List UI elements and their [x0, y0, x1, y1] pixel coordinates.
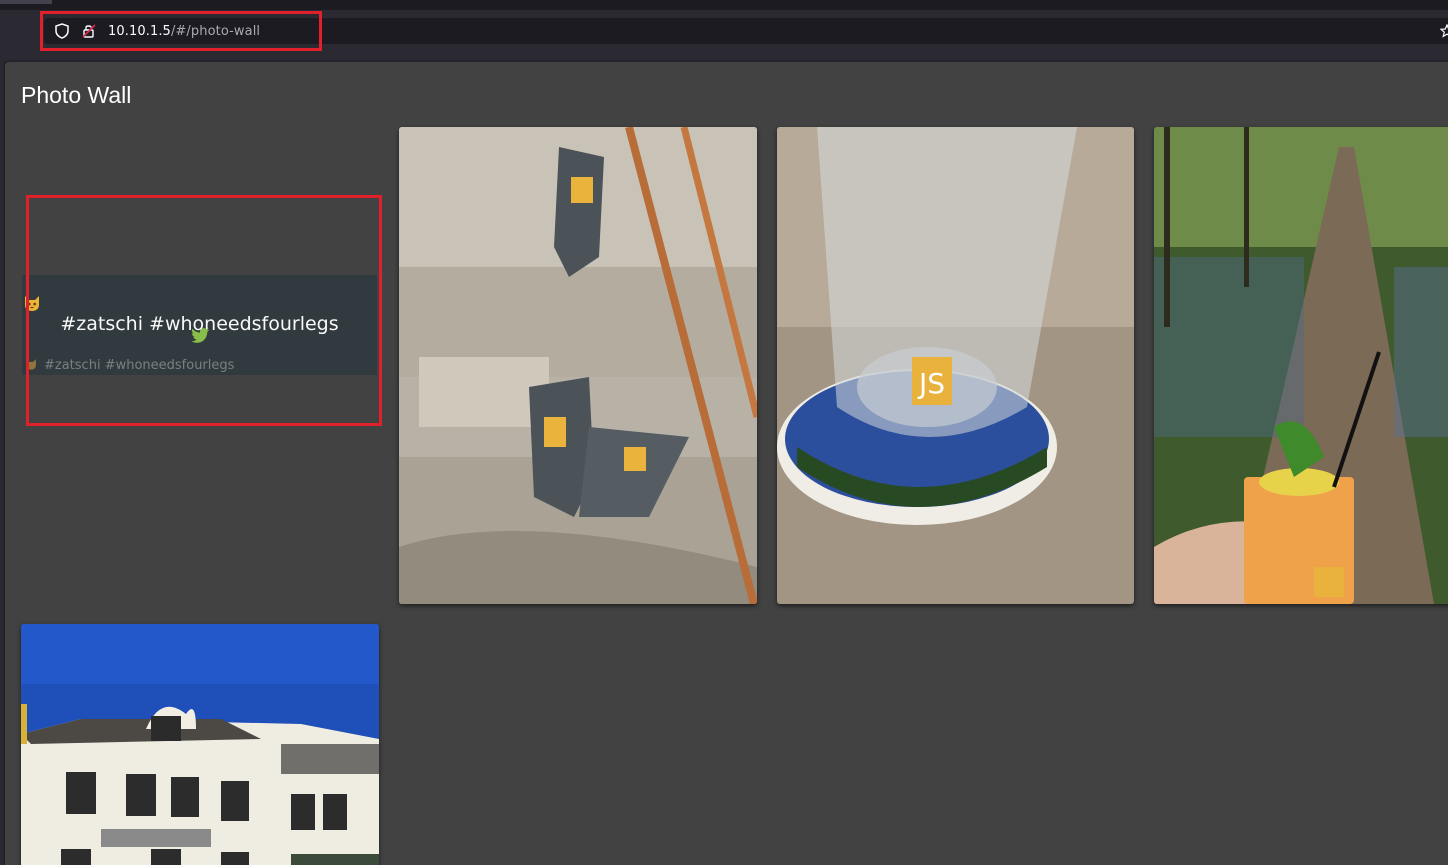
photo-image [21, 624, 379, 865]
photo-image [1154, 127, 1448, 604]
url-host: 10.10.1.5 [108, 24, 171, 39]
insecure-lock-icon[interactable] [81, 23, 97, 39]
bookmark-star-icon[interactable] [1440, 24, 1448, 38]
twitter-icon[interactable] [190, 327, 210, 345]
photo-card[interactable]: #zatschi #whoneedsfourlegs #zatschi #who… [22, 127, 377, 602]
photo-card[interactable] [1154, 127, 1448, 604]
address-bar[interactable]: 10.10.1.5/#/photo-wall [44, 18, 1448, 44]
photo-card[interactable] [399, 127, 757, 604]
page-title: Photo Wall [21, 82, 132, 108]
browser-toolbar: 10.10.1.5/#/photo-wall [0, 10, 1448, 48]
cat-emoji-icon [25, 296, 39, 311]
url-text[interactable]: 10.10.1.5/#/photo-wall [108, 24, 260, 39]
browser-tab-strip [0, 0, 1448, 10]
url-path: /#/photo-wall [170, 24, 261, 39]
photo-wall-page: Photo Wall #zatschi #whoneedsfourlegs #z… [5, 62, 1448, 865]
photo-alt-caption: #zatschi #whoneedsfourlegs [44, 358, 235, 373]
shield-icon[interactable] [54, 23, 70, 39]
photo-card[interactable]: JS [777, 127, 1134, 604]
photo-card[interactable] [21, 624, 379, 865]
active-tab-edge[interactable] [0, 0, 52, 4]
faded-cat-icon [26, 359, 36, 370]
photo-image [399, 127, 757, 604]
photo-image: JS [777, 127, 1134, 604]
svg-text:JS: JS [917, 367, 945, 400]
photo-overlay[interactable]: #zatschi #whoneedsfourlegs #zatschi #who… [22, 275, 377, 375]
